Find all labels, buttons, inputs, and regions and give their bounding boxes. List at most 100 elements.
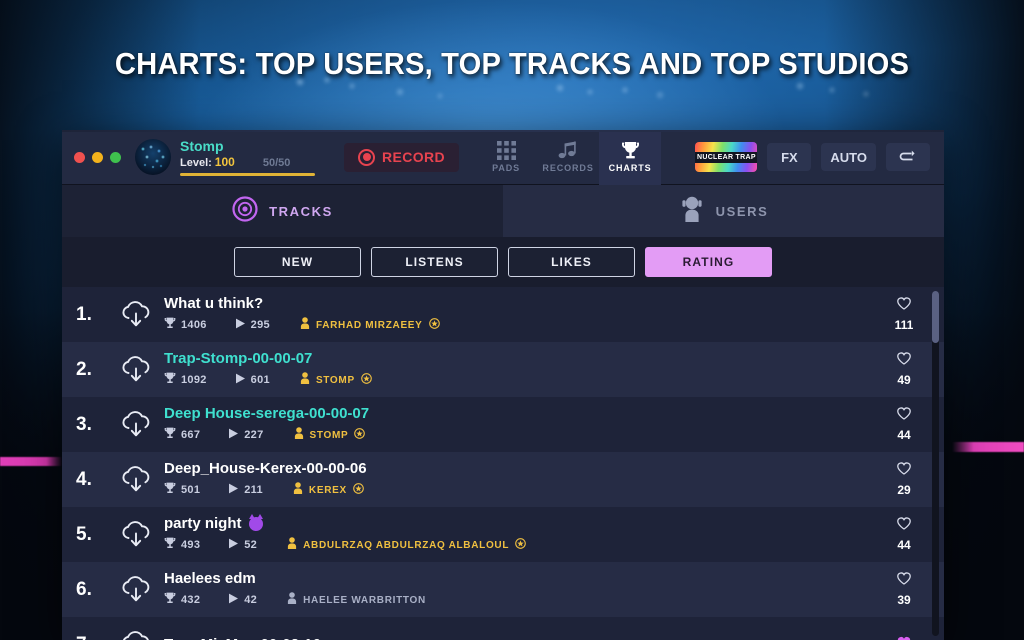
heart-icon[interactable] xyxy=(897,297,911,315)
tab-tracks[interactable]: TRACKS xyxy=(62,185,503,237)
download-cloud-icon[interactable] xyxy=(112,356,160,383)
star-badge-icon xyxy=(354,426,366,444)
track-row[interactable]: 7. Trap-MixMan-00-02-16 xyxy=(62,617,944,640)
track-list[interactable]: 1. What u think? 1406 295 FARHAD MIRZAEEY 111… xyxy=(62,287,944,640)
user-name: Stomp xyxy=(180,137,224,154)
fx-button[interactable]: FX xyxy=(767,143,812,171)
nav-tab-pads[interactable]: PADS xyxy=(475,130,537,185)
window-traffic-lights xyxy=(62,151,131,163)
like-count: 44 xyxy=(897,538,911,552)
like-count: 49 xyxy=(897,373,911,387)
track-row[interactable]: 4. Deep_House-Kerex-00-00-06 501 211 KEREX 29 xyxy=(62,452,944,507)
star-badge-icon xyxy=(515,536,526,554)
zoom-window-icon[interactable] xyxy=(110,151,121,163)
play-icon xyxy=(228,426,239,444)
user-info: Stomp Level: 100 50/50 xyxy=(180,139,320,176)
likes-cell[interactable] xyxy=(882,636,944,640)
track-info: What u think? 1406 295 FARHAD MIRZAEEY xyxy=(160,295,882,334)
track-row[interactable]: 3. Deep House-serega-00-00-07 667 227 STOMP 4… xyxy=(62,397,944,452)
level-value: 100 xyxy=(214,154,235,169)
track-row[interactable]: 2. Trap-Stomp-00-00-07 1092 601 STOMP 49 xyxy=(62,342,944,397)
download-cloud-icon[interactable] xyxy=(112,466,160,493)
track-author[interactable]: STOMP xyxy=(294,426,366,444)
devil-emoji-icon xyxy=(248,513,263,531)
track-info: Trap-MixMan-00-02-16 xyxy=(160,636,882,640)
track-rank: 6. xyxy=(76,578,92,600)
tab-users[interactable]: USERS xyxy=(503,185,944,237)
page-title: CHARTS: TOP USERS, TOP TRACKS AND TOP ST… xyxy=(114,46,910,81)
section-tabs: TRACKS USERS xyxy=(62,185,944,237)
track-title-wrap: Trap-MixMan-00-02-16 xyxy=(164,636,882,640)
filter-listens[interactable]: LISTENS xyxy=(371,247,498,277)
track-title: What u think? xyxy=(164,295,264,312)
undo-icon xyxy=(899,148,917,166)
record-button[interactable]: RECORD xyxy=(344,142,460,172)
star-badge-icon xyxy=(353,481,364,499)
track-author[interactable]: ABDULRZAQ ABDULRZAQ ALBALOUL xyxy=(287,536,526,554)
filter-rating-label: RATING xyxy=(682,255,735,269)
close-window-icon[interactable] xyxy=(74,151,85,163)
list-scrollbar-thumb[interactable] xyxy=(932,291,939,343)
person-icon xyxy=(294,426,304,444)
heart-icon[interactable] xyxy=(897,517,911,535)
heart-icon[interactable] xyxy=(897,407,911,425)
plays-count: 227 xyxy=(244,429,264,441)
trophy-count: 1092 xyxy=(181,374,207,386)
nav-tab-records[interactable]: RECORDS xyxy=(537,130,599,185)
track-author[interactable]: KEREX xyxy=(293,481,364,499)
fx-button-label: FX xyxy=(781,149,798,165)
person-icon xyxy=(287,536,297,554)
track-info: party night 493 52 ABDULRZAQ ABDULRZAQ ALBA… xyxy=(160,513,882,554)
track-row[interactable]: 1. What u think? 1406 295 FARHAD MIRZAEEY 111 xyxy=(62,287,944,342)
trophy-stat: 1406 xyxy=(164,316,207,334)
vinyl-record-icon xyxy=(232,195,258,227)
author-name: ABDULRZAQ ABDULRZAQ ALBALOUL xyxy=(303,539,510,551)
filter-new[interactable]: NEW xyxy=(234,247,361,277)
download-cloud-icon[interactable] xyxy=(112,301,160,328)
plays-stat: 52 xyxy=(228,536,257,554)
like-count: 29 xyxy=(897,483,911,497)
track-rank: 4. xyxy=(76,468,92,490)
genre-badge[interactable]: NUCLEAR TRAP xyxy=(695,142,758,172)
track-info: Trap-Stomp-00-00-07 1092 601 STOMP xyxy=(160,350,882,389)
track-rank: 7. xyxy=(76,634,112,640)
filter-likes-label: LIKES xyxy=(551,255,592,269)
filter-rating[interactable]: RATING xyxy=(645,247,772,277)
track-author[interactable]: HAELEE WARBRITTON xyxy=(287,591,426,609)
trophy-stat: 667 xyxy=(164,426,200,444)
heart-icon[interactable] xyxy=(897,462,911,480)
undo-button[interactable] xyxy=(886,143,930,171)
auto-button[interactable]: AUTO xyxy=(821,143,876,171)
track-row[interactable]: 5. party night 493 52 ABDULRZAQ ABDULRZAQ AL… xyxy=(62,507,944,562)
track-title: party night xyxy=(164,515,242,532)
nav-tab-pads-label: PADS xyxy=(492,163,521,173)
track-row[interactable]: 6. Haelees edm 432 42 HAELEE WARBRITTON 39 xyxy=(62,562,944,617)
track-title: Haelees edm xyxy=(164,570,256,587)
play-icon xyxy=(228,591,239,609)
minimize-window-icon[interactable] xyxy=(92,151,103,163)
trophy-count: 501 xyxy=(181,484,201,496)
download-cloud-icon[interactable] xyxy=(112,576,160,603)
plays-count: 601 xyxy=(250,374,270,386)
heart-icon[interactable] xyxy=(897,572,911,590)
auto-button-label: AUTO xyxy=(830,149,867,165)
trophy-icon xyxy=(164,591,176,609)
track-meta: 667 227 STOMP xyxy=(164,426,882,444)
nav-tab-charts[interactable]: CHARTS xyxy=(599,130,662,185)
pink-light-streak-left xyxy=(0,457,62,466)
plays-stat: 42 xyxy=(228,591,257,609)
track-author[interactable]: STOMP xyxy=(300,371,372,389)
heart-icon[interactable] xyxy=(897,636,911,640)
filter-bar: NEW LISTENS LIKES RATING xyxy=(62,237,944,287)
download-cloud-icon[interactable] xyxy=(112,631,160,640)
avatar[interactable] xyxy=(135,139,171,175)
heart-icon[interactable] xyxy=(897,352,911,370)
download-cloud-icon[interactable] xyxy=(112,521,160,548)
track-title: Deep_House-Kerex-00-00-06 xyxy=(164,460,367,477)
filter-likes[interactable]: LIKES xyxy=(508,247,635,277)
track-rank: 1. xyxy=(76,303,92,325)
plays-stat: 211 xyxy=(228,481,263,499)
track-author[interactable]: FARHAD MIRZAEEY xyxy=(300,316,440,334)
download-cloud-icon[interactable] xyxy=(112,411,160,438)
plays-count: 211 xyxy=(244,484,263,496)
